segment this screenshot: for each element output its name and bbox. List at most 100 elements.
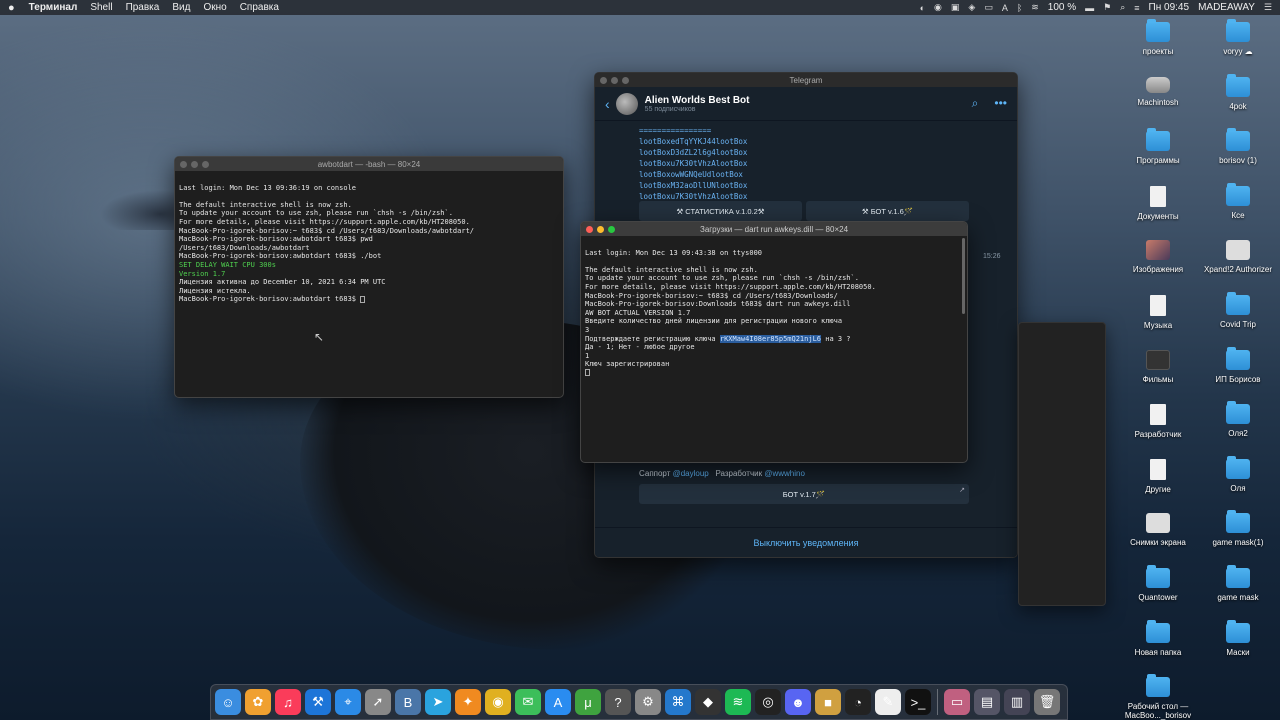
xcode-icon[interactable]: ⚒ (305, 689, 331, 715)
desktop-icon[interactable]: Разработчик (1118, 402, 1198, 457)
terminal-titlebar[interactable]: awbotdart — -bash — 80×24 (175, 157, 563, 171)
window-thumb2-icon[interactable]: ▥ (1004, 689, 1030, 715)
wifi-icon[interactable]: ≋ (1031, 2, 1039, 13)
desktop-icon[interactable]: Ксе (1198, 182, 1278, 239)
minimize-button[interactable] (611, 76, 618, 84)
menu-edit[interactable]: Правка (126, 2, 160, 13)
control-center-icon[interactable]: ≡ (1134, 3, 1139, 13)
textedit-icon[interactable]: ✎ (875, 689, 901, 715)
menu-help[interactable]: Справка (240, 2, 279, 13)
channel-name[interactable]: Alien Worlds Best Bot (645, 95, 750, 106)
desktop-icon[interactable]: Изображения (1118, 238, 1198, 293)
terminal-output[interactable]: Last login: Mon Dec 13 09:36:19 on conso… (175, 171, 563, 325)
minimize-button[interactable] (191, 160, 198, 168)
music-icon[interactable]: ♫ (275, 689, 301, 715)
flag-icon[interactable]: ⚑ (1103, 2, 1111, 13)
battery-icon[interactable]: ▬ (1085, 3, 1094, 13)
desktop-icon[interactable]: Фильмы (1118, 348, 1198, 403)
desktop-icon[interactable]: Machintosh (1118, 75, 1198, 130)
desktop-icon[interactable]: Quantower (1118, 564, 1198, 621)
keyboard-layout-icon[interactable]: A (1002, 3, 1008, 13)
torrent-icon[interactable]: μ (575, 689, 601, 715)
back-arrow-icon[interactable]: ‹ (605, 96, 610, 112)
terminal-window-downloads[interactable]: Загрузки — dart run awkeys.dill — 80×24 … (580, 221, 968, 463)
desktop-icon[interactable]: Рабочий стол — MacBoo..._borisov (1118, 674, 1198, 720)
terminal-output[interactable]: Last login: Mon Dec 13 09:43:38 on ttys0… (581, 236, 967, 399)
loot-line[interactable]: lootBoxedTqYYKJ44lootBox (639, 136, 747, 147)
terminal-window-awbotdart[interactable]: awbotdart — -bash — 80×24 Last login: Mo… (174, 156, 564, 398)
background-window[interactable] (1018, 322, 1106, 606)
apple-menu-icon[interactable]: ● (8, 2, 15, 14)
launchpad-icon[interactable]: ➚ (365, 689, 391, 715)
channel-avatar[interactable] (615, 92, 638, 115)
steam-icon[interactable]: ◐ (920, 3, 925, 13)
desktop-icon[interactable]: Другие (1118, 457, 1198, 512)
obs-icon[interactable]: ◎ (755, 689, 781, 715)
loot-line[interactable]: lootBoxM32aoDllUNlootBox (639, 180, 747, 191)
desktop-icon[interactable]: Новая папка (1118, 619, 1198, 676)
desktop-icon[interactable]: 4pok (1198, 73, 1278, 130)
bluetooth-icon[interactable]: ᛒ (1017, 3, 1022, 13)
vscode-icon[interactable]: ⌘ (665, 689, 691, 715)
license-key-highlight[interactable]: rKXMaw4I08er85p5mQ21njL6 (719, 334, 822, 343)
app-badge-icon[interactable]: ■ (815, 689, 841, 715)
discord-icon[interactable]: ☻ (785, 689, 811, 715)
menu-user[interactable]: MADEAWAY (1198, 2, 1255, 13)
desktop-icon[interactable]: Документы (1118, 184, 1198, 239)
desktop-icon[interactable]: game mask (1198, 564, 1278, 621)
telegram-icon[interactable]: ➤ (425, 689, 451, 715)
desktop-icon[interactable]: Снимки экрана (1118, 511, 1198, 566)
terminal-icon[interactable]: >_ (905, 689, 931, 715)
desktop-icon[interactable]: voryy ☁ (1198, 19, 1278, 75)
loot-line[interactable]: lootBoxowWGNQeUdlootBox (639, 169, 747, 180)
bot-v17-button[interactable]: БОТ v.1.7🪄 ↗ (639, 484, 969, 504)
close-button[interactable] (600, 76, 607, 84)
notification-center-icon[interactable]: ☰ (1264, 2, 1272, 13)
photos-icon[interactable]: ✿ (245, 689, 271, 715)
desktop-icon[interactable]: game mask(1) (1198, 510, 1278, 566)
desktop-icon[interactable]: Xpand!2 Authorizer (1198, 238, 1278, 293)
spotify-icon[interactable]: ≋ (725, 689, 751, 715)
chrome-icon[interactable]: ◉ (485, 689, 511, 715)
desktop-icon[interactable]: Covid Trip (1198, 291, 1278, 348)
zoom-button[interactable] (202, 160, 209, 168)
menu-view[interactable]: Вид (172, 2, 190, 13)
record-icon[interactable]: ◉ (934, 2, 942, 13)
support-link[interactable]: @dayloup (673, 469, 709, 478)
spotlight-icon[interactable]: ⌕ (1120, 2, 1125, 13)
close-button[interactable] (180, 160, 187, 168)
terminal-titlebar[interactable]: Загрузки — dart run awkeys.dill — 80×24 (581, 222, 967, 236)
more-options-icon[interactable]: ••• (994, 96, 1007, 111)
scrollbar[interactable] (962, 238, 965, 314)
messages-icon[interactable]: ✉ (515, 689, 541, 715)
menu-window[interactable]: Окно (203, 2, 226, 13)
window-thumb-icon[interactable]: ▤ (974, 689, 1000, 715)
system-preferences-icon[interactable]: ⚙ (635, 689, 661, 715)
desktop-icon[interactable]: Маски (1198, 619, 1278, 676)
safari-icon[interactable]: ⌖ (335, 689, 361, 715)
desktop-icon[interactable]: borisov (1) (1198, 128, 1278, 184)
menu-clock[interactable]: Пн 09:45 (1149, 2, 1190, 13)
desktop-icon[interactable]: Оля2 (1198, 401, 1278, 457)
appstore-icon[interactable]: A (545, 689, 571, 715)
trash-icon[interactable]: 🗑 (1034, 689, 1060, 715)
desktop-icon[interactable]: Оля (1198, 455, 1278, 512)
adobe-icon[interactable]: ◈ (968, 2, 975, 13)
unity-icon[interactable]: ◆ (695, 689, 721, 715)
close-button[interactable] (586, 225, 593, 233)
preview-icon[interactable]: ▭ (944, 689, 970, 715)
menu-shell[interactable]: Shell (90, 2, 112, 13)
search-icon[interactable]: ⌕ (972, 96, 979, 111)
zoom-button[interactable] (622, 76, 629, 84)
image-capture-icon[interactable]: ▣ (951, 2, 960, 13)
telegram-titlebar[interactable]: Telegram (595, 73, 1017, 87)
bot-v16-button[interactable]: ⚒ БОТ v.1.6🪄 (806, 201, 969, 221)
loot-line[interactable]: lootBoxD3dZL2l6g4lootBox (639, 147, 747, 158)
menu-app-name[interactable]: Терминал (29, 2, 78, 13)
desktop-icon[interactable]: Программы (1118, 128, 1198, 184)
vk-icon[interactable]: В (395, 689, 421, 715)
help-icon[interactable]: ? (605, 689, 631, 715)
fl-studio-icon[interactable]: ✦ (455, 689, 481, 715)
minimize-button[interactable] (597, 225, 604, 233)
mute-notifications-button[interactable]: Выключить уведомления (595, 527, 1017, 557)
